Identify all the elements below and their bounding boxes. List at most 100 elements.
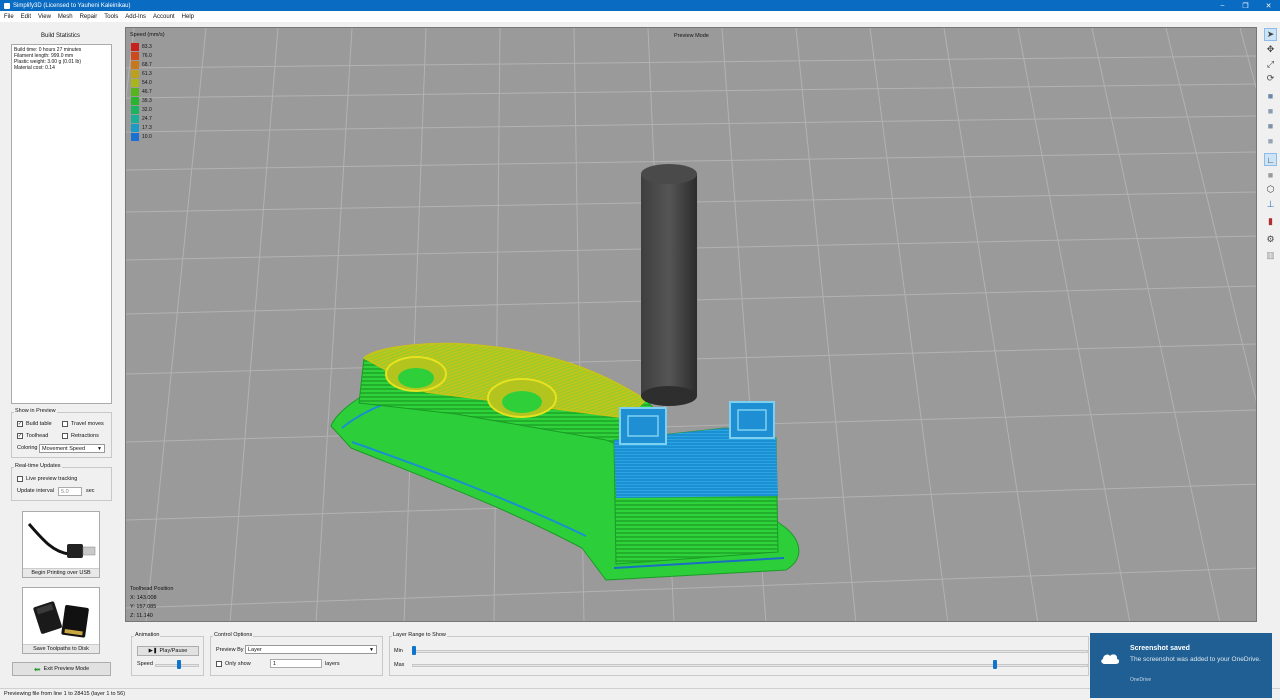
layer-range-group [389,636,1089,676]
legend-title: Speed (mm/s) [130,32,165,38]
scale-icon[interactable]: ⤢ [1264,58,1277,71]
status-bar: Previewing file from line 1 to 28415 (la… [0,688,1280,700]
move-icon[interactable]: ✥ [1264,43,1277,56]
legend-value: 39.3 [142,98,152,104]
travel-moves-checkbox[interactable]: Travel moves [62,421,104,427]
wireframe-icon[interactable]: ⬡ [1264,183,1277,196]
toolhead-x: X: 143.008 [130,595,157,601]
onedrive-notification[interactable]: Screenshot saved The screenshot was adde… [1090,633,1272,698]
notification-message: The screenshot was added to your OneDriv… [1130,656,1261,663]
coloring-label: Coloring [17,445,38,451]
menu-add-ins[interactable]: Add-Ins [125,14,146,20]
solid-view-icon[interactable]: ■ [1264,168,1277,181]
select-cursor-icon[interactable]: ➤ [1264,28,1277,41]
play-pause-label: Play/Pause [159,648,188,654]
menu-mesh[interactable]: Mesh [58,14,73,20]
legend-value: 24.7 [142,116,152,122]
menu-repair[interactable]: Repair [80,14,98,20]
legend-row: 46.7 [131,88,152,96]
legend-swatch [131,43,139,51]
axis-arrow-icon[interactable]: ⊥ [1264,198,1277,211]
legend-row: 68.7 [131,61,152,69]
legend-row: 54.0 [131,79,152,87]
legend-value: 61.3 [142,71,152,77]
checkbox-empty-icon [62,421,68,427]
title-bar: Simplify3D (Licensed to Yauheni Kaleinik… [0,0,1280,11]
preview-mode-label: Preview Mode [674,33,709,39]
axes-icon[interactable]: ∟ [1264,153,1277,166]
front-view-icon[interactable]: ■ [1264,104,1277,117]
control-options-title: Control Options [213,632,254,638]
rotate-icon[interactable]: ⟳ [1264,72,1277,85]
cross-section-icon[interactable]: ▮ [1264,215,1277,228]
preview-by-value: Layer [248,646,262,653]
coloring-select[interactable]: Movement Speed ▼ [39,444,105,453]
only-show-layers-input[interactable]: 1 [270,659,322,668]
play-pause-icon: ▶❚ [148,648,158,654]
menu-help[interactable]: Help [182,14,194,20]
menu-edit[interactable]: Edit [21,14,31,20]
preview-viewport[interactable]: Speed (mm/s) 83.3 76.0 68.7 61.3 54.0 46… [125,27,1257,622]
legend-value: 54.0 [142,80,152,86]
live-preview-label: Live preview tracking [26,476,78,482]
toolhead-label: Toolhead [26,433,49,439]
arrow-left-icon: ⬅ [33,664,41,674]
menu-view[interactable]: View [38,14,51,20]
chevron-down-icon: ▼ [369,647,374,653]
layer-min-handle[interactable] [412,646,416,655]
realtime-updates-title: Real-time Updates [14,463,62,469]
top-view-icon[interactable]: ■ [1264,119,1277,132]
layer-max-handle[interactable] [993,660,997,669]
retractions-checkbox[interactable]: Retractions [62,433,99,439]
toolhead-z: Z: 11.140 [130,613,153,619]
layers-icon[interactable]: ▥ [1264,249,1277,262]
control-options-group [210,636,383,676]
close-button[interactable]: ✕ [1257,0,1280,11]
live-preview-checkbox[interactable]: Live preview tracking [17,476,77,482]
preview-by-select[interactable]: Layer ▼ [245,645,377,654]
print-usb-button[interactable]: Begin Printing over USB [22,511,100,578]
layer-min-label: Min [394,648,403,654]
save-toolpaths-button[interactable]: Save Toolpaths to Disk [22,587,100,654]
toolhead-y: Y: 157.085 [130,604,157,610]
legend-value: 17.3 [142,125,152,131]
layer-max-label: Max [394,662,405,668]
checkbox-empty-icon [62,433,68,439]
window-title: Simplify3D (Licensed to Yauheni Kaleinik… [13,2,131,9]
exit-preview-label: Exit Preview Mode [43,666,90,672]
window-controls: – ❐ ✕ [1211,0,1280,11]
legend-row: 17.3 [131,124,152,132]
play-pause-button[interactable]: ▶❚ Play/Pause [137,646,199,656]
legend-swatch [131,79,139,87]
update-interval-unit: sec [86,488,95,494]
layer-max-slider[interactable] [412,664,1088,667]
legend-row: 83.3 [131,43,152,51]
side-view-icon[interactable]: ■ [1264,134,1277,147]
notification-app: OneDrive [1130,677,1152,683]
legend-value: 10.0 [142,134,152,140]
gear-icon[interactable]: ⚙ [1264,233,1277,246]
cube-view-icon[interactable]: ■ [1264,89,1277,102]
minimize-button[interactable]: – [1211,0,1234,11]
legend-swatch [131,52,139,60]
only-show-label: Only show [225,661,251,667]
toolhead-checkbox[interactable]: ✓ Toolhead [17,433,48,439]
layer-min-slider[interactable] [412,650,1088,653]
speed-slider-handle[interactable] [177,660,181,669]
maximize-button[interactable]: ❐ [1234,0,1257,11]
menu-account[interactable]: Account [153,14,175,20]
travel-moves-label: Travel moves [71,421,104,427]
menu-file[interactable]: File [4,14,14,20]
legend-row: 76.0 [131,52,152,60]
update-interval-input[interactable]: 5.0 [58,487,82,496]
only-show-checkbox[interactable]: Only show [216,661,251,667]
show-in-preview-title: Show in Preview [14,408,57,414]
build-table-checkbox[interactable]: ✓ Build table [17,421,52,427]
legend-swatch [131,133,139,141]
legend-swatch [131,115,139,123]
stat-material-cost: Material cost: 0.14 [14,65,55,71]
exit-preview-button[interactable]: ⬅ Exit Preview Mode [12,662,111,676]
chevron-down-icon: ▼ [97,446,102,452]
menu-tools[interactable]: Tools [104,14,118,20]
update-interval-label: Update interval [17,488,54,494]
